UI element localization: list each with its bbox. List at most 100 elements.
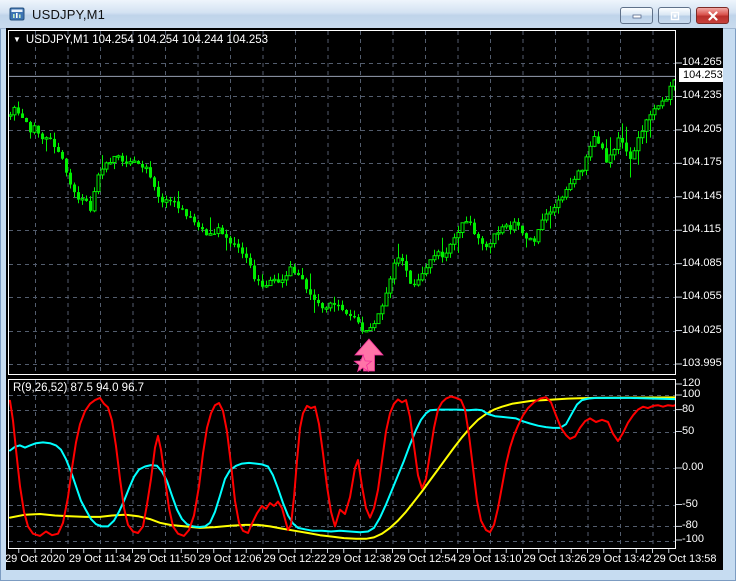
candle-down — [137, 160, 140, 164]
price-axis-label: 104.175 — [682, 156, 722, 169]
candle-up — [552, 207, 557, 213]
candle-down — [477, 234, 480, 239]
candle-up — [664, 98, 669, 102]
candle-up — [576, 170, 581, 180]
candle-up — [80, 198, 85, 201]
candle-up — [564, 189, 569, 198]
candle-down — [181, 208, 184, 210]
candle-up — [372, 323, 377, 329]
candle-up — [128, 161, 133, 165]
candle-up — [456, 231, 461, 239]
candle-up — [560, 196, 565, 201]
candle-down — [17, 107, 20, 114]
candle-down — [261, 280, 264, 287]
candle-down — [305, 279, 308, 290]
price-axis-label: 103.995 — [682, 356, 722, 369]
main-grid — [9, 31, 675, 374]
candle-up — [544, 213, 549, 221]
candle-down — [201, 227, 204, 230]
candle-up — [264, 285, 269, 288]
candle-down — [341, 304, 344, 311]
candle-up — [388, 278, 393, 294]
candle-up — [116, 155, 121, 158]
candle-down — [233, 243, 236, 245]
candle-up — [284, 275, 289, 281]
candle-down — [193, 216, 196, 223]
candle-up — [112, 155, 117, 164]
candle-down — [169, 199, 172, 202]
candle-down — [321, 303, 324, 309]
candle-down — [173, 200, 176, 203]
indicator-axis-label: -50 — [682, 497, 698, 510]
candle-down — [221, 227, 224, 235]
candle-up — [132, 160, 137, 163]
window-titlebar[interactable]: USDJPY,M1 — [0, 0, 736, 29]
indicator-axis-label: -80 — [682, 519, 698, 532]
candle-down — [77, 192, 80, 200]
close-button[interactable] — [696, 7, 729, 24]
candle-down — [125, 161, 128, 164]
candle-up — [580, 169, 585, 173]
price-axis-label: 104.085 — [682, 256, 722, 269]
candle-down — [245, 253, 248, 258]
close-icon — [707, 10, 718, 21]
minimize-button[interactable] — [620, 7, 653, 24]
candle-up — [324, 307, 329, 310]
candle-down — [85, 198, 88, 201]
candle-up — [632, 150, 637, 160]
candle-down — [485, 243, 488, 247]
candle-down — [253, 265, 256, 280]
candle-up — [420, 273, 425, 281]
candle-up — [100, 168, 105, 176]
candle-up — [640, 130, 645, 139]
candle-down — [73, 184, 76, 193]
candle-down — [625, 142, 628, 152]
main-chart-pane[interactable]: ▼ USDJPY,M1 104.254 104.254 104.244 104.2… — [8, 30, 676, 375]
candle-down — [317, 299, 320, 304]
candle-up — [9, 114, 13, 117]
candle-up — [504, 224, 509, 228]
candle-up — [208, 233, 213, 236]
candle-down — [37, 125, 40, 134]
candle-down — [297, 272, 300, 276]
candle-down — [197, 222, 200, 228]
restore-icon — [670, 11, 679, 20]
candle-down — [345, 310, 348, 314]
candle-down — [481, 238, 484, 244]
candle-down — [25, 117, 28, 123]
candle-up — [424, 267, 429, 275]
candle-up — [268, 279, 273, 287]
indicator-grid — [9, 380, 675, 548]
candle-up — [428, 259, 433, 269]
candle-down — [349, 313, 352, 317]
indicator-pane[interactable]: R(9,26,52) 87.5 94.0 96.7 — [8, 379, 676, 549]
restore-button[interactable] — [658, 7, 691, 24]
candle-down — [413, 283, 416, 286]
candle-down — [405, 261, 408, 271]
candle-down — [605, 148, 608, 163]
candle-down — [257, 279, 260, 281]
candle-down — [357, 317, 360, 323]
indicator-axis-label: -100 — [682, 533, 705, 545]
chart-dropdown-icon[interactable]: ▼ — [13, 35, 21, 44]
indicator-axis-label: 0.00 — [682, 461, 704, 473]
candle-up — [512, 221, 517, 231]
candle-down — [509, 225, 512, 230]
candle-down — [29, 122, 32, 133]
candle-up — [384, 292, 389, 307]
candle-down — [53, 138, 56, 147]
candle-down — [293, 266, 296, 273]
indicator-axis-label: 50 — [682, 424, 695, 437]
candles — [9, 78, 675, 334]
candle-up — [612, 148, 617, 156]
candle-up — [92, 191, 97, 212]
candle-down — [313, 294, 316, 300]
candle-down — [57, 146, 60, 152]
time-axis-label: 29 Oct 13:58 — [653, 553, 717, 565]
candle-up — [216, 227, 221, 235]
candle-down — [65, 158, 68, 173]
candle-up — [392, 262, 397, 280]
candle-up — [396, 257, 401, 264]
candle-up — [464, 220, 469, 224]
candle-down — [361, 322, 364, 331]
